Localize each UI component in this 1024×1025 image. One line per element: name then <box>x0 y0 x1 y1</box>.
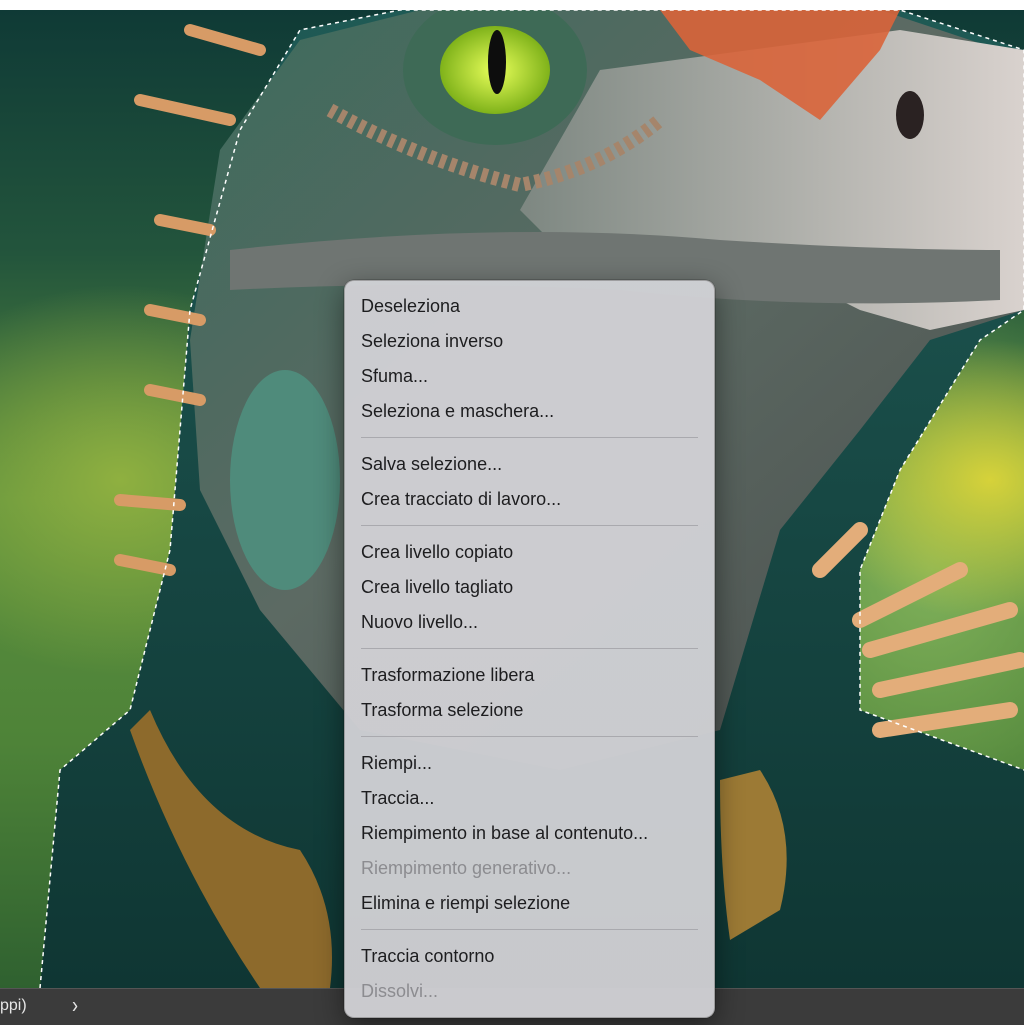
menu-item-trasformazione-libera[interactable]: Trasformazione libera <box>345 658 714 693</box>
menu-item-riempi[interactable]: Riempi... <box>345 746 714 781</box>
menu-item-riempimento-in-base-al-contenuto[interactable]: Riempimento in base al contenuto... <box>345 816 714 851</box>
menu-separator <box>361 648 698 649</box>
menu-item-crea-livello-tagliato[interactable]: Crea livello tagliato <box>345 570 714 605</box>
menu-item-traccia[interactable]: Traccia... <box>345 781 714 816</box>
menu-separator <box>361 929 698 930</box>
menu-item-crea-livello-copiato[interactable]: Crea livello copiato <box>345 535 714 570</box>
status-bar-expand-arrow-icon[interactable]: › <box>72 992 78 1019</box>
menu-separator <box>361 736 698 737</box>
menu-item-sfuma[interactable]: Sfuma... <box>345 359 714 394</box>
selection-context-menu: Deseleziona Seleziona inverso Sfuma... Sele… <box>344 280 715 1018</box>
menu-item-deseleziona[interactable]: Deseleziona <box>345 289 714 324</box>
menu-item-riempimento-generativo: Riempimento generativo... <box>361 858 572 878</box>
menu-item-dissolvi: Dissolvi... <box>361 981 439 1001</box>
menu-item-salva-selezione[interactable]: Salva selezione... <box>345 447 714 482</box>
document-info-text: ppi) <box>0 997 27 1014</box>
menu-item-trasforma-selezione[interactable]: Trasforma selezione <box>345 693 714 728</box>
menu-item-seleziona-inverso[interactable]: Seleziona inverso <box>345 324 714 359</box>
menu-item-crea-tracciato-di-lavoro[interactable]: Crea tracciato di lavoro... <box>345 482 714 517</box>
menu-item-traccia-contorno[interactable]: Traccia contorno <box>345 939 714 974</box>
menu-separator <box>361 525 698 526</box>
menu-item-seleziona-e-maschera[interactable]: Seleziona e maschera... <box>345 394 714 429</box>
menu-item-elimina-e-riempi-selezione[interactable]: Elimina e riempi selezione <box>345 886 714 921</box>
menu-item-nuovo-livello[interactable]: Nuovo livello... <box>345 605 714 640</box>
menu-separator <box>361 437 698 438</box>
